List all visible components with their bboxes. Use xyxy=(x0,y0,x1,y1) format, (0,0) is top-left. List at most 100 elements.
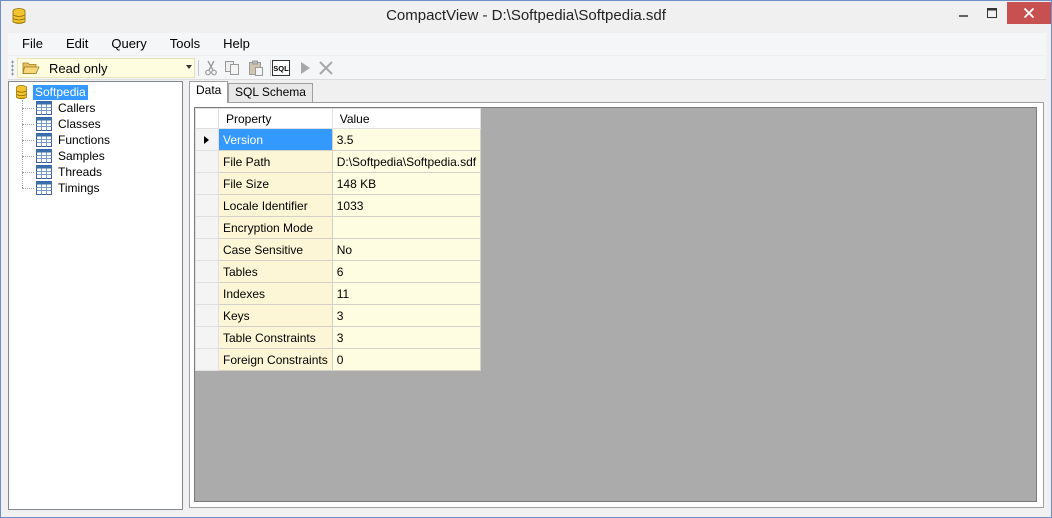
column-header-property[interactable]: Property xyxy=(218,108,333,129)
property-cell[interactable]: File Size xyxy=(218,172,333,195)
tree-item-label: Classes xyxy=(58,117,101,131)
sql-button[interactable]: SQL xyxy=(272,59,290,77)
minimize-icon xyxy=(959,15,968,17)
database-tree[interactable]: Softpedia Callers Classes Functions Samp… xyxy=(8,81,183,510)
table-row[interactable]: Indexes 11 xyxy=(195,282,482,305)
tree-connector xyxy=(22,171,34,173)
tree-item-classes[interactable]: Classes xyxy=(22,116,101,132)
property-cell[interactable]: Case Sensitive xyxy=(218,238,333,261)
table-icon xyxy=(36,101,52,115)
tab-sql-schema[interactable]: SQL Schema xyxy=(228,83,313,102)
property-cell[interactable]: Locale Identifier xyxy=(218,194,333,217)
tree-root-node[interactable]: Softpedia xyxy=(16,84,88,100)
close-button[interactable] xyxy=(1007,2,1051,24)
copy-icon xyxy=(225,61,239,75)
value-cell[interactable]: D:\Softpedia\Softpedia.sdf xyxy=(331,150,482,173)
properties-grid[interactable]: Property Value Version 3.5 File Path D:\… xyxy=(194,107,1037,502)
row-header[interactable] xyxy=(195,348,219,371)
property-cell[interactable]: Encryption Mode xyxy=(218,216,333,239)
row-header[interactable] xyxy=(195,216,219,239)
paste-button[interactable] xyxy=(247,59,265,77)
menu-bar: File Edit Query Tools Help xyxy=(8,33,1046,55)
window-title: CompactView - D:\Softpedia\Softpedia.sdf xyxy=(386,7,666,24)
toolbar-separator xyxy=(270,60,271,76)
tree-item-label: Timings xyxy=(58,181,100,195)
table-row[interactable]: Keys 3 xyxy=(195,304,482,327)
table-row[interactable]: Version 3.5 xyxy=(195,128,482,151)
tree-connector xyxy=(22,187,34,189)
cut-button[interactable] xyxy=(202,59,220,77)
row-header[interactable] xyxy=(195,238,219,261)
grid-corner-header[interactable] xyxy=(195,108,219,129)
row-header[interactable] xyxy=(195,194,219,217)
minimize-button[interactable] xyxy=(951,2,977,24)
tree-item-timings[interactable]: Timings xyxy=(22,180,100,196)
row-header[interactable] xyxy=(195,172,219,195)
cancel-query-button[interactable] xyxy=(317,59,335,77)
value-cell[interactable]: 6 xyxy=(331,260,482,283)
tab-control: Data SQL Schema Property Value Version 3… xyxy=(187,81,1046,510)
menu-tools[interactable]: Tools xyxy=(155,33,208,55)
menu-help[interactable]: Help xyxy=(208,33,258,55)
value-cell[interactable]: 1033 xyxy=(331,194,482,217)
toolbar-separator xyxy=(198,60,199,76)
table-icon xyxy=(36,117,52,131)
value-cell[interactable]: 148 KB xyxy=(331,172,482,195)
cut-icon xyxy=(205,60,217,76)
table-row[interactable]: Table Constraints 3 xyxy=(195,326,482,349)
title-bar[interactable]: CompactView - D:\Softpedia\Softpedia.sdf xyxy=(1,1,1051,32)
value-cell[interactable]: 11 xyxy=(331,282,482,305)
table-row[interactable]: Tables 6 xyxy=(195,260,482,283)
row-header[interactable] xyxy=(195,304,219,327)
value-cell[interactable]: 3.5 xyxy=(331,128,482,151)
run-query-button[interactable] xyxy=(296,59,314,77)
value-cell[interactable]: 3 xyxy=(331,304,482,327)
tab-data[interactable]: Data xyxy=(189,81,229,103)
row-header[interactable] xyxy=(195,260,219,283)
table-row[interactable]: Foreign Constraints 0 xyxy=(195,348,482,371)
tree-item-threads[interactable]: Threads xyxy=(22,164,102,180)
row-header[interactable] xyxy=(195,150,219,173)
tree-item-label: Callers xyxy=(58,101,96,115)
property-cell[interactable]: Foreign Constraints xyxy=(218,348,333,371)
row-header[interactable] xyxy=(195,128,219,151)
tree-item-functions[interactable]: Functions xyxy=(22,132,110,148)
table-row[interactable]: Locale Identifier 1033 xyxy=(195,194,482,217)
property-cell[interactable]: Table Constraints xyxy=(218,326,333,349)
property-cell[interactable]: Version xyxy=(218,128,333,151)
menu-file[interactable]: File xyxy=(8,33,51,55)
tree-item-samples[interactable]: Samples xyxy=(22,148,105,164)
value-cell[interactable]: No xyxy=(331,238,482,261)
maximize-button[interactable] xyxy=(979,2,1005,24)
tree-connector xyxy=(22,107,34,109)
open-folder-icon xyxy=(22,62,40,74)
property-cell[interactable]: Keys xyxy=(218,304,333,327)
menu-edit[interactable]: Edit xyxy=(51,33,96,55)
table-icon xyxy=(36,133,52,147)
maximize-icon xyxy=(987,8,997,18)
database-icon xyxy=(16,84,27,99)
copy-button[interactable] xyxy=(223,59,241,77)
chevron-down-icon[interactable] xyxy=(186,65,192,69)
property-cell[interactable]: Indexes xyxy=(218,282,333,305)
table-row[interactable]: File Size 148 KB xyxy=(195,172,482,195)
row-header[interactable] xyxy=(195,282,219,305)
property-cell[interactable]: Tables xyxy=(218,260,333,283)
value-cell[interactable]: 0 xyxy=(331,348,482,371)
table-row[interactable]: Encryption Mode xyxy=(195,216,482,239)
toolbar-grip[interactable] xyxy=(11,60,14,76)
value-cell[interactable] xyxy=(331,216,482,239)
open-mode-combo[interactable]: Read only xyxy=(17,58,195,78)
table-icon xyxy=(36,165,52,179)
tree-connector xyxy=(22,123,34,125)
row-header[interactable] xyxy=(195,326,219,349)
app-window: CompactView - D:\Softpedia\Softpedia.sdf… xyxy=(0,0,1052,518)
value-cell[interactable]: 3 xyxy=(331,326,482,349)
tree-item-callers[interactable]: Callers xyxy=(22,100,95,116)
table-row[interactable]: File Path D:\Softpedia\Softpedia.sdf xyxy=(195,150,482,173)
table-row[interactable]: Case Sensitive No xyxy=(195,238,482,261)
menu-query[interactable]: Query xyxy=(96,33,154,55)
run-icon xyxy=(301,62,310,74)
property-cell[interactable]: File Path xyxy=(218,150,333,173)
column-header-value[interactable]: Value xyxy=(331,108,482,129)
